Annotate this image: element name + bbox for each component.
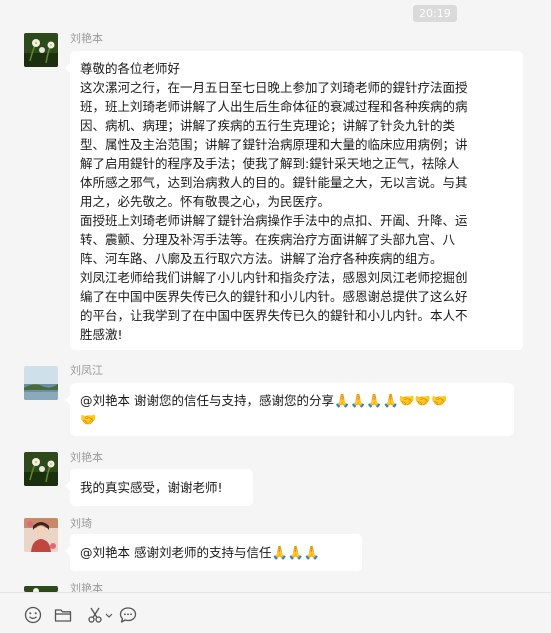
emoji-icon[interactable]	[23, 605, 43, 625]
folded-hands-emoji-icon: 🙏	[366, 394, 383, 409]
message-line: 用之，必先敬之。怀有敬畏之心，为民医疗。	[80, 194, 331, 209]
handshake-emoji-icon: 🤝	[80, 413, 97, 428]
sender-name: 刘艳本	[70, 451, 103, 464]
message-line: 这次漯河之行，在一月五日至七日晚上参加了刘琦老师的鍉针疗法面授	[80, 80, 468, 95]
message-text: 我的真实感受，谢谢老师!	[80, 480, 223, 495]
message-text: @刘艳本 感谢刘老师的支持与信任	[80, 545, 272, 560]
folded-hands-emoji-icon: 🙏	[303, 546, 321, 561]
handshake-emoji-icon: 🤝	[431, 394, 448, 409]
message-line: 编了在中国中医界失传已久的鍉针和小儿内针。感恩谢总提供了这么好	[80, 289, 468, 304]
message-bubble[interactable]: 尊敬的各位老师好 这次漯河之行，在一月五日至七日晚上参加了刘琦老师的鍉针疗法面授…	[65, 51, 523, 350]
message-line: 转、震颤、分理及补泻手法等。在疾病治疗方面讲解了头部九宫、八	[80, 232, 456, 247]
message-line: 尊敬的各位老师好	[80, 61, 181, 76]
chat-toolbar	[0, 592, 551, 633]
folder-icon[interactable]	[53, 605, 73, 625]
message-bubble[interactable]: @刘艳本 感谢刘老师的支持与信任🙏🙏🙏	[65, 534, 362, 571]
message-line: 班，班上刘琦老师讲解了人出生后生命体征的衰减过程和各种疾病的病	[80, 99, 468, 114]
handshake-emoji-icon: 🤝	[414, 394, 432, 409]
scissors-icon[interactable]	[86, 605, 106, 625]
handshake-emoji-icon: 🤝	[398, 394, 415, 409]
chat-area: 20:19 刘艳本 尊敬的各位老师好 这次漯河之行，在一月五日至七日晚上参加了刘…	[0, 0, 551, 592]
message-line: 阵、河车路、八廓及五行取穴方法。讲解了治疗各种疾病的组方。	[80, 251, 443, 266]
message-bubble[interactable]: 我的真实感受，谢谢老师!	[65, 469, 253, 506]
folded-hands-emoji-icon: 🙏	[271, 546, 288, 561]
sender-name: 刘琦	[70, 517, 92, 530]
message-line: 的平台，让我学到了在中国中医界失传已久的鍉针和小儿内针。本人不	[80, 308, 468, 323]
folded-hands-emoji-icon: 🙏	[350, 394, 367, 409]
sender-name: 刘凤江	[70, 364, 103, 377]
message-text: @刘艳本 谢谢您的信任与支持，感谢您的分享	[80, 393, 334, 408]
avatar-liu-yanben[interactable]	[24, 452, 58, 486]
sender-name: 刘艳本	[70, 32, 103, 45]
sender-name: 刘艳本	[70, 582, 103, 592]
message-timestamp: 20:19	[413, 5, 457, 22]
message-bubble[interactable]: @刘艳本 谢谢您的信任与支持，感谢您的分享🙏🙏🙏🙏🤝🤝🤝 🤝	[65, 383, 514, 436]
avatar-liu-qi[interactable]	[24, 518, 58, 552]
message-line: 刘凤江老师给我们讲解了小儿内针和指灸疗法，感恩刘凤江老师挖掘创	[80, 270, 468, 285]
message-line: 解了启用鍉针的程序及手法；使我了解到:鍉针采天地之正气，祛除人	[80, 156, 460, 171]
chevron-down-icon[interactable]	[104, 605, 114, 625]
message-line: 面授班上刘琦老师讲解了鍉针治病操作手法中的点扣、开阖、升降、运	[80, 213, 468, 228]
folded-hands-emoji-icon: 🙏	[382, 394, 399, 409]
folded-hands-emoji-icon: 🙏	[333, 394, 351, 409]
message-line: 因、病机、病理；讲解了疾病的五行生克理论；讲解了针灸九针的类	[80, 118, 456, 133]
avatar-liu-fengjiang[interactable]	[24, 366, 58, 400]
chat-bubble-icon[interactable]	[118, 605, 138, 625]
folded-hands-emoji-icon: 🙏	[287, 546, 304, 561]
avatar-liu-yanben[interactable]	[24, 33, 58, 67]
message-line: 体所感之邪气，达到治病救人的目的。鍉针能量之大，无以言说。与其	[80, 175, 468, 190]
message-line: 型、属性及主治范围；讲解了鍉针治病原理和大量的临床应用病例；讲	[80, 137, 468, 152]
message-line: 胜感激!	[80, 327, 123, 342]
